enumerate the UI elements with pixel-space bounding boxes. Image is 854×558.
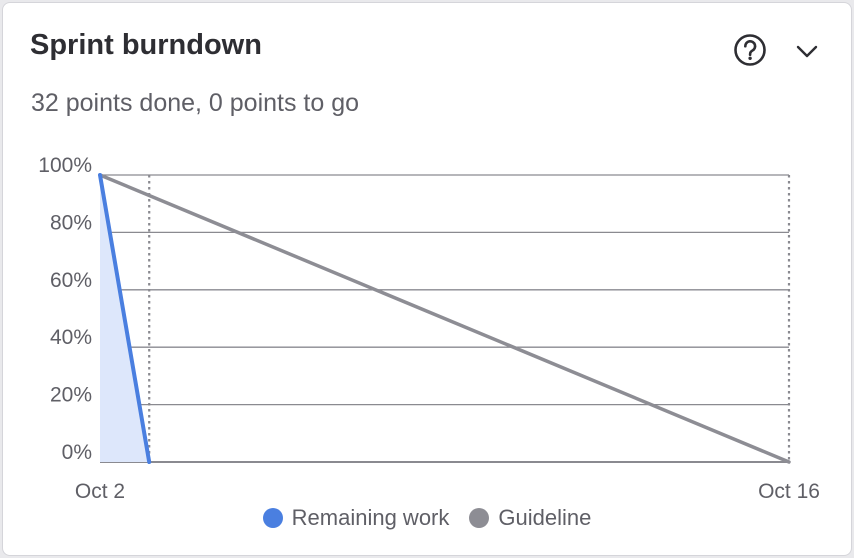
legend-item-guideline: Guideline xyxy=(469,505,591,531)
x-tick-label: Oct 16 xyxy=(758,480,820,503)
legend-swatch-guideline xyxy=(469,508,490,528)
legend-label-guideline: Guideline xyxy=(498,505,592,530)
guideline-series-line xyxy=(98,173,791,464)
y-tick-label: 80% xyxy=(50,211,92,234)
y-tick-label: 60% xyxy=(50,269,92,292)
burndown-chart: 100% 80% 60% 40% 20% 0% Oct 2 Oct 16 xyxy=(38,154,820,503)
legend-item-remaining: Remaining work xyxy=(262,505,450,531)
y-tick-label: 100% xyxy=(38,154,92,177)
y-tick-label: 0% xyxy=(62,441,92,464)
y-tick-label: 20% xyxy=(50,384,92,407)
chart-legend: Remaining work Guideline xyxy=(0,505,854,531)
legend-label-remaining: Remaining work xyxy=(291,505,450,530)
legend-swatch-remaining xyxy=(262,508,283,528)
y-tick-label: 40% xyxy=(50,326,92,349)
x-tick-label: Oct 2 xyxy=(75,480,125,503)
